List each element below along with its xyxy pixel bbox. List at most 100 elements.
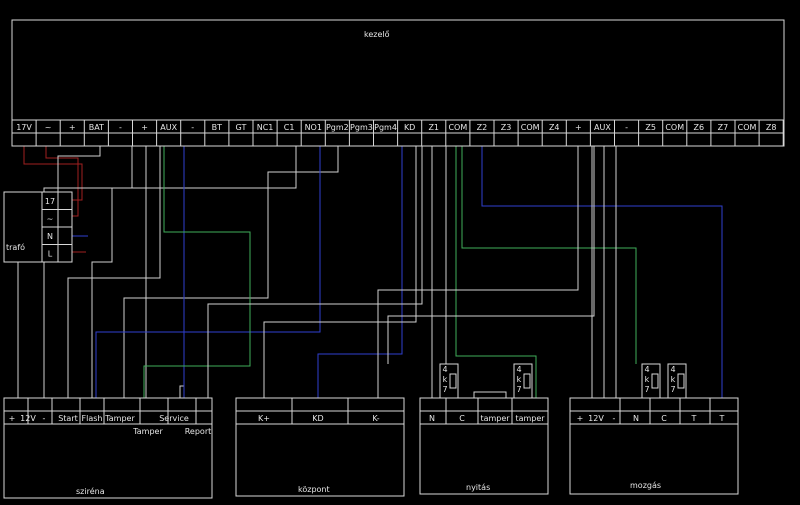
panel-terminal-sym: + bbox=[575, 123, 582, 132]
panel-terminal-sym: + bbox=[141, 123, 148, 132]
panel-terminal-sym: - bbox=[191, 123, 194, 132]
mozgas-terminal-n: N bbox=[633, 414, 639, 423]
sziren-terminal-report: Report bbox=[185, 427, 212, 436]
panel-terminal-c1: C1 bbox=[284, 123, 295, 132]
panel-terminal-17v: 17V bbox=[16, 123, 32, 132]
panel-terminal-z6: Z6 bbox=[694, 123, 705, 132]
nyitas-resistor-label: 4 bbox=[442, 365, 447, 374]
nyitas-resistor-body bbox=[449, 373, 457, 389]
panel-terminal-nc1: NC1 bbox=[257, 123, 274, 132]
panel-terminal-z8: Z8 bbox=[766, 123, 777, 132]
wiring-diagram: kezelő 17V ~ + BAT - + AUX - BT GT NC1 C1 NO1 Pgm2 Pgm… bbox=[3, 19, 785, 499]
panel-terminal-bt: BT bbox=[212, 123, 222, 132]
wire-to-kplus bbox=[263, 146, 417, 398]
sziren-terminal-12v: 12V bbox=[20, 414, 36, 423]
wires bbox=[17, 146, 723, 398]
panel-terminal-kd: KD bbox=[404, 123, 415, 132]
panel-terminal-z7: Z7 bbox=[718, 123, 729, 132]
trafo-strip-cell bbox=[57, 191, 73, 210]
sziren-title: sziréna bbox=[76, 486, 105, 496]
wire-blue-kd bbox=[317, 146, 403, 398]
trafo-terminal-sym: ~ bbox=[47, 215, 54, 224]
trafo-strip-cell bbox=[57, 226, 73, 245]
mozgas-terminal-sym: - bbox=[613, 414, 616, 423]
panel-terminal-aux: AUX bbox=[594, 123, 611, 132]
trafo-strip-cell bbox=[57, 209, 73, 228]
mozgas-terminal-12v: 12V bbox=[588, 414, 604, 423]
nyitas-title: nyitás bbox=[466, 483, 490, 492]
kozpont-terminal-k: K+ bbox=[258, 414, 270, 423]
trafo-terminal-l: L bbox=[48, 250, 53, 259]
sziren-terminal-sym: + bbox=[9, 414, 16, 423]
kozpont-title: központ bbox=[298, 485, 330, 494]
panel-terminal-z1: Z1 bbox=[428, 123, 439, 132]
sziren-strip-row bbox=[3, 397, 213, 412]
wire-blue-z2 bbox=[481, 146, 723, 398]
nyitas-strip-row bbox=[419, 397, 549, 412]
panel-terminal-z4: Z4 bbox=[549, 123, 560, 132]
nyitas-terminal-tamper: tamper bbox=[515, 414, 545, 423]
panel-terminal-com: COM bbox=[521, 123, 540, 132]
panel-terminal-sym: ~ bbox=[45, 123, 52, 132]
kozpont-strip-row bbox=[235, 397, 405, 412]
nyitas-resistor-body bbox=[523, 373, 531, 389]
kozpont: központ K+ KD K- bbox=[235, 397, 405, 497]
panel-terminal-gt: GT bbox=[236, 123, 247, 132]
nyitas: nyitás N Ctamper tamper 4k74k7 bbox=[419, 363, 549, 495]
panel-terminal-pgm4: Pgm4 bbox=[374, 123, 397, 132]
nyitas-terminal-c: C bbox=[459, 414, 465, 423]
kozpont-terminal-kd: KD bbox=[312, 414, 323, 423]
mozgas-terminal-t: T bbox=[691, 414, 697, 423]
trafo: trafó 17 ~ NL bbox=[3, 191, 73, 263]
panel-terminal-aux: AUX bbox=[160, 123, 177, 132]
mozgas-terminal-t: T bbox=[719, 414, 725, 423]
wire-bat-siren bbox=[17, 146, 101, 398]
panel-terminal-z2: Z2 bbox=[477, 123, 488, 132]
panel-terminal-com: COM bbox=[738, 123, 757, 132]
mozgas-resistor-body bbox=[677, 373, 685, 389]
mozgas-title: mozgás bbox=[630, 481, 661, 490]
panel-terminal-z3: Z3 bbox=[501, 123, 512, 132]
sziren-terminal-flash: Flash bbox=[82, 414, 103, 423]
mozgas-resistor-label: 4 bbox=[670, 365, 675, 374]
sziren-terminal-start: Start bbox=[58, 414, 78, 423]
mozgas-resistor-label: k bbox=[645, 375, 650, 384]
nyitas-resistor-label: k bbox=[517, 375, 522, 384]
panel-terminal-z5: Z5 bbox=[645, 123, 656, 132]
mozgas-terminal-c: C bbox=[661, 414, 667, 423]
sziren-terminal-tamper: Tamper bbox=[132, 427, 163, 436]
nyitas-terminal-tamper: tamper bbox=[480, 414, 510, 423]
nyitas-resistor-label: 7 bbox=[442, 385, 447, 394]
wire-green-com2 bbox=[461, 146, 637, 364]
wire-aux-minus-siren bbox=[43, 146, 133, 398]
mozgas: mozgás +12V - N C T T 4k74k7 bbox=[569, 363, 739, 495]
nyitas-terminal-n: N bbox=[429, 414, 435, 423]
mozgas-resistors: 4k74k7 bbox=[641, 363, 687, 399]
mozgas-resistor-body bbox=[651, 373, 659, 389]
trafo-terminal-17: 17 bbox=[45, 197, 55, 206]
trafo-terminal-strip: 17 ~ NL bbox=[41, 191, 73, 263]
panel-terminal-sym: + bbox=[69, 123, 76, 132]
sziren-terminal-service: Service bbox=[159, 414, 189, 423]
mozgas-strip-row bbox=[569, 397, 739, 412]
nyitas-resistor-label: 7 bbox=[516, 385, 521, 394]
panel-terminal-com: COM bbox=[665, 123, 684, 132]
mozgas-resistor-label: 7 bbox=[670, 385, 675, 394]
kozpont-terminal-k: K- bbox=[372, 414, 379, 423]
panel-kezelo: kezelő 17V ~ + BAT - + AUX - BT GT NC1 C1 NO1 Pgm2 Pgm… bbox=[11, 19, 785, 147]
trafo-terminal-n: N bbox=[47, 232, 53, 241]
nyitas-resistor-label: k bbox=[443, 375, 448, 384]
trafo-title: trafó bbox=[6, 242, 25, 252]
panel-terminal-com: COM bbox=[448, 123, 467, 132]
nyitas-resistors: 4k74k7 bbox=[439, 363, 533, 399]
panel-terminal-bat: BAT bbox=[89, 123, 104, 132]
nyitas-resistor-label: 4 bbox=[516, 365, 521, 374]
wire-service bbox=[179, 146, 185, 398]
mozgas-resistor-label: k bbox=[671, 375, 676, 384]
wire-to-kminus bbox=[207, 146, 423, 398]
mozgas-terminal-strip: +12V - N C T T bbox=[569, 397, 739, 425]
panel-terminal-no1: NO1 bbox=[305, 123, 322, 132]
sziren: sziréna +12V - Start Flash TamperTamperServi… bbox=[3, 397, 213, 499]
panel-terminal-strip: 17V ~ + BAT - + AUX - BT GT NC1 C1 NO1 Pgm2 Pgm3 Pgm4 KD… bbox=[11, 119, 784, 147]
panel-terminal-sym: - bbox=[625, 123, 628, 132]
